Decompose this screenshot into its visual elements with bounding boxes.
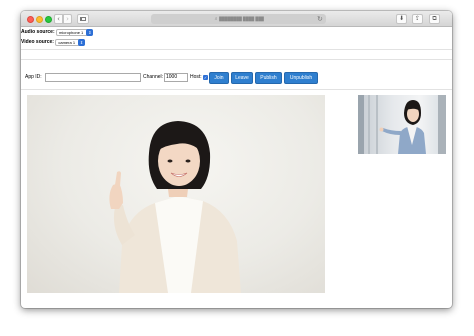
minimize-window-button[interactable] [36,16,43,23]
local-video-player [27,95,325,293]
chevron-updown-icon: ⇕ [78,39,86,46]
host-label: Host: [190,74,202,80]
leave-button[interactable]: Leave [231,72,253,84]
address-bar[interactable]: ⌕ ████████ ████ ███ [151,14,326,24]
video-frame-remote-person [358,95,446,154]
channel-label: Channel: [143,74,164,80]
browser-toolbar: ‹ › ⌕ ████████ ████ ███ ↻ ⬇ ⇪ ⧉ [21,11,452,27]
divider [21,89,452,90]
channel-input[interactable]: 1000 [164,73,188,82]
video-source-label: Video source: [21,39,54,45]
chevron-updown-icon: ⇕ [86,29,94,36]
video-source-row: Video source: camera 1 ⇕ [21,38,86,47]
tabs-overview-button[interactable]: ⧉ [429,14,440,24]
host-checkbox[interactable]: ✓ [203,75,208,80]
sidebar-icon [80,17,86,21]
divider [21,59,452,60]
audio-source-row: Audio source: microphone 1 ⇕ [21,28,94,37]
download-button[interactable]: ⬇ [396,14,407,24]
join-button[interactable]: Join [209,72,229,84]
app-id-input[interactable] [45,73,141,82]
reload-button[interactable]: ↻ [317,14,325,24]
browser-window: ‹ › ⌕ ████████ ████ ███ ↻ ⬇ ⇪ ⧉ Audio sou… [21,11,452,308]
video-source-value: camera 1 [58,40,76,45]
remote-video-player [358,95,446,154]
app-id-label: App ID: [25,74,42,80]
page-content: Audio source: microphone 1 ⇕ Video sourc… [21,28,452,308]
sidebar-toggle-button[interactable] [77,14,89,24]
video-frame-person [109,121,241,293]
video-source-select[interactable]: camera 1 ⇕ [55,39,86,46]
forward-button[interactable]: › [63,14,72,24]
address-text: ████████ ████ ███ [219,16,264,21]
back-button[interactable]: ‹ [54,14,63,24]
audio-source-select[interactable]: microphone 1 ⇕ [56,29,94,36]
audio-source-value: microphone 1 [59,30,84,35]
divider [21,49,452,50]
close-window-button[interactable] [27,16,34,23]
publish-button[interactable]: Publish [255,72,282,84]
maximize-window-button[interactable] [45,16,52,23]
share-button[interactable]: ⇪ [412,14,423,24]
audio-source-label: Audio source: [21,29,55,35]
unpublish-button[interactable]: Unpublish [284,72,318,84]
